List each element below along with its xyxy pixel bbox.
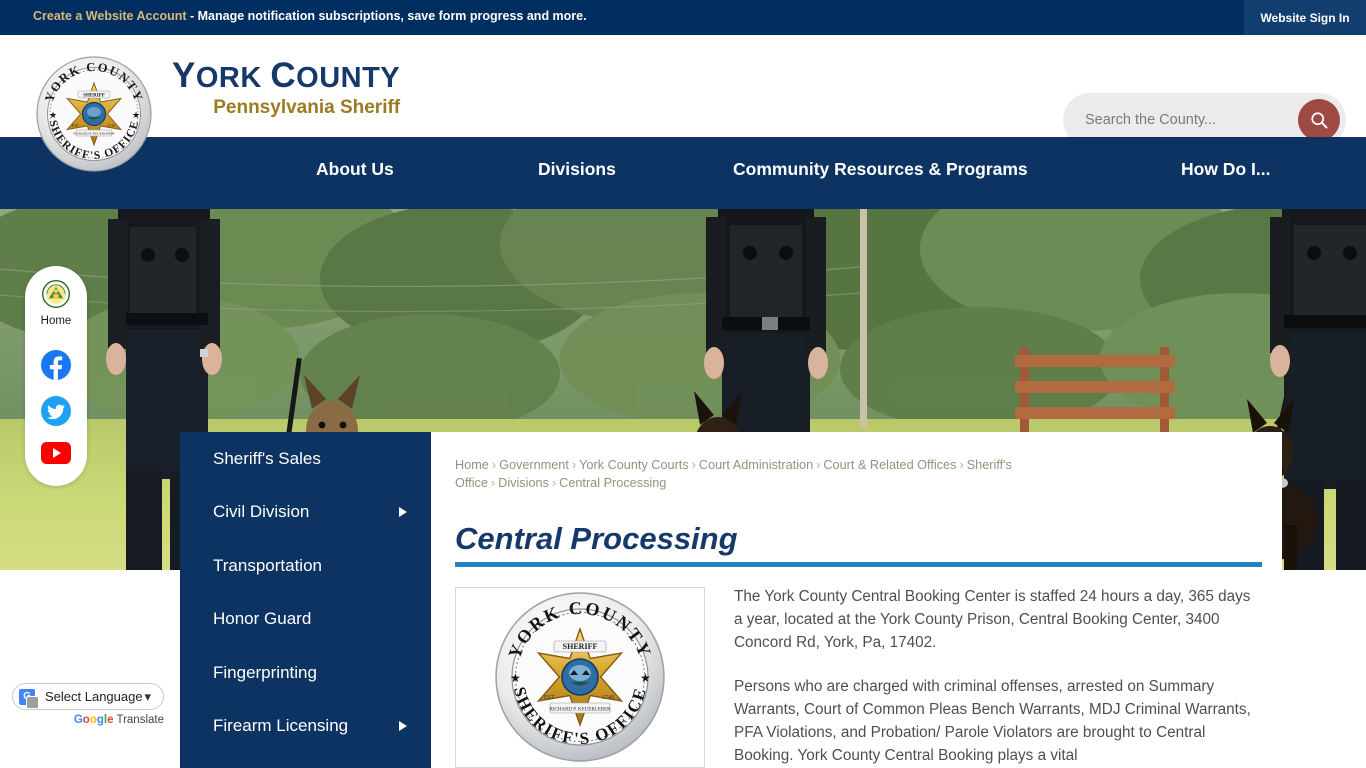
body-paragraph-1: The York County Central Booking Center i… xyxy=(734,588,1251,651)
sidebar-item-label: Civil Division xyxy=(213,502,310,522)
svg-text:RICHARD P. KEUERLEBER: RICHARD P. KEUERLEBER xyxy=(73,132,115,136)
page-body-copy: The York County Central Booking Center i… xyxy=(734,585,1262,768)
google-letter-g2: g xyxy=(96,714,104,726)
sidebar-item-fingerprinting[interactable]: Fingerprinting xyxy=(180,646,431,700)
select-language-dropdown[interactable]: G Select Language ▾ xyxy=(12,683,164,710)
select-language-label: Select Language xyxy=(45,689,143,704)
twitter-link[interactable] xyxy=(41,396,71,426)
section-sidebar-menu: Sheriff's Sales Civil Division Transport… xyxy=(180,432,431,768)
breadcrumb-item-home[interactable]: Home xyxy=(455,458,489,472)
main-navigation: About Us Divisions Community Resources &… xyxy=(0,137,1366,209)
nav-item-divisions[interactable]: Divisions xyxy=(538,159,616,180)
breadcrumb-item-york-county-courts[interactable]: York County Courts xyxy=(579,458,689,472)
svg-text:★: ★ xyxy=(132,110,140,120)
content-seal-image: YORK COUNTY SHERIFF'S OFFICE ★ ★ SHERIFF… xyxy=(455,587,705,768)
sidebar-item-label: Fingerprinting xyxy=(213,662,317,682)
sheriff-seal-svg: YORK COUNTY SHERIFF'S OFFICE ★ ★ SHERIFF… xyxy=(36,56,152,172)
website-sign-in-button[interactable]: Website Sign In xyxy=(1244,0,1366,35)
google-letter-g: G xyxy=(73,714,83,726)
google-letter-o1: o xyxy=(82,714,90,726)
svg-text:★: ★ xyxy=(640,671,651,685)
breadcrumb-item-court-related-offices[interactable]: Court & Related Offices xyxy=(823,458,956,472)
breadcrumb-separator: › xyxy=(551,476,557,490)
svg-text:1749: 1749 xyxy=(602,695,614,701)
google-translate-widget: G Select Language ▾ Google Translate xyxy=(12,683,164,726)
home-rail-button[interactable]: Home xyxy=(25,280,87,327)
breadcrumb-item-divisions[interactable]: Divisions xyxy=(498,476,549,490)
svg-text:EST.: EST. xyxy=(72,123,80,128)
sidebar-item-label: Transportation xyxy=(213,555,322,575)
breadcrumb: Home › Government › York County Courts › Court… xyxy=(455,456,1075,492)
google-translate-credit: Google Translate xyxy=(12,714,164,726)
create-account-message: Create a Website Account - Manage notifi… xyxy=(33,9,587,23)
breadcrumb-item-government[interactable]: Government xyxy=(499,458,569,472)
svg-text:SHERIFF: SHERIFF xyxy=(563,642,598,651)
home-rail-label: Home xyxy=(40,315,72,327)
body-paragraph-2: Persons who are charged with criminal of… xyxy=(734,678,1251,764)
facebook-icon xyxy=(41,350,71,380)
sheriff-seal-logo[interactable]: YORK COUNTY SHERIFF'S OFFICE ★ ★ SHERIFF… xyxy=(35,48,153,180)
submenu-arrow-icon xyxy=(399,507,407,518)
page-background-left xyxy=(0,570,180,768)
social-media-rail: Home xyxy=(25,266,87,486)
sidebar-item-label: Firearm Licensing xyxy=(213,716,349,736)
google-letter-o2: o xyxy=(89,714,97,726)
sidebar-item-civil-division[interactable]: Civil Division xyxy=(180,486,431,540)
submenu-arrow-icon xyxy=(399,721,407,732)
svg-text:EST.: EST. xyxy=(544,695,556,701)
title-underline xyxy=(455,562,1262,567)
youtube-icon xyxy=(41,442,71,464)
sidebar-item-label: Honor Guard xyxy=(213,609,312,629)
svg-text:SHERIFF: SHERIFF xyxy=(83,93,105,98)
top-utility-bar: Create a Website Account - Manage notifi… xyxy=(0,0,1366,35)
breadcrumb-separator: › xyxy=(571,458,577,472)
facebook-link[interactable] xyxy=(41,350,71,380)
breadcrumb-separator: › xyxy=(490,476,496,490)
svg-text:★: ★ xyxy=(49,110,57,120)
wordmark-ounty: OUNTY xyxy=(296,62,401,94)
google-translate-icon: G xyxy=(19,688,39,709)
sheriff-seal-content-svg: YORK COUNTY SHERIFF'S OFFICE ★ ★ SHERIFF… xyxy=(456,588,704,767)
nav-item-about-us[interactable]: About Us xyxy=(316,159,394,180)
breadcrumb-separator: › xyxy=(816,458,821,472)
create-account-description: - Manage notification subscriptions, sav… xyxy=(186,9,587,23)
wordmark-line-1: YORK COUNTY xyxy=(172,56,400,98)
search-icon xyxy=(1311,112,1328,129)
page-background-right xyxy=(1282,570,1366,768)
site-wordmark[interactable]: YORK COUNTY Pennsylvania Sheriff xyxy=(172,56,400,119)
wordmark-ork: ORK xyxy=(195,62,271,94)
breadcrumb-separator: › xyxy=(959,458,964,472)
youtube-link[interactable] xyxy=(41,442,71,472)
search-submit-button[interactable] xyxy=(1298,99,1340,141)
nav-item-how-do-i[interactable]: How Do I... xyxy=(1181,159,1270,180)
sidebar-item-honor-guard[interactable]: Honor Guard xyxy=(180,593,431,647)
breadcrumb-separator: › xyxy=(691,458,696,472)
page-title: Central Processing xyxy=(455,521,738,556)
wordmark-y: Y xyxy=(172,56,196,95)
svg-text:★: ★ xyxy=(510,671,521,685)
twitter-icon xyxy=(41,396,71,426)
breadcrumb-item-central-processing[interactable]: Central Processing xyxy=(559,476,666,490)
sidebar-item-sheriffs-sales[interactable]: Sheriff's Sales xyxy=(180,432,431,486)
york-county-seal-icon xyxy=(42,280,70,308)
google-letter-e: e xyxy=(107,714,114,726)
sidebar-item-firearm-licensing[interactable]: Firearm Licensing xyxy=(180,700,431,754)
translate-word: Translate xyxy=(116,714,164,726)
site-header: YORK COUNTY Pennsylvania Sheriff xyxy=(0,35,1366,147)
breadcrumb-item-court-administration[interactable]: Court Administration xyxy=(699,458,813,472)
main-content-card: Home › Government › York County Courts › Court… xyxy=(431,432,1282,768)
create-account-link[interactable]: Create a Website Account xyxy=(33,9,187,23)
chevron-down-icon: ▾ xyxy=(144,689,151,704)
nav-item-community-resources[interactable]: Community Resources & Programs xyxy=(733,159,1028,180)
sidebar-item-transportation[interactable]: Transportation xyxy=(180,539,431,593)
svg-text:1749: 1749 xyxy=(107,123,115,128)
wordmark-line-2: Pennsylvania Sheriff xyxy=(213,97,401,118)
wordmark-c: C xyxy=(270,56,297,95)
breadcrumb-separator: › xyxy=(491,458,497,472)
sidebar-item-label: Sheriff's Sales xyxy=(213,448,321,468)
svg-text:RICHARD P. KEUERLEBER: RICHARD P. KEUERLEBER xyxy=(550,707,612,712)
